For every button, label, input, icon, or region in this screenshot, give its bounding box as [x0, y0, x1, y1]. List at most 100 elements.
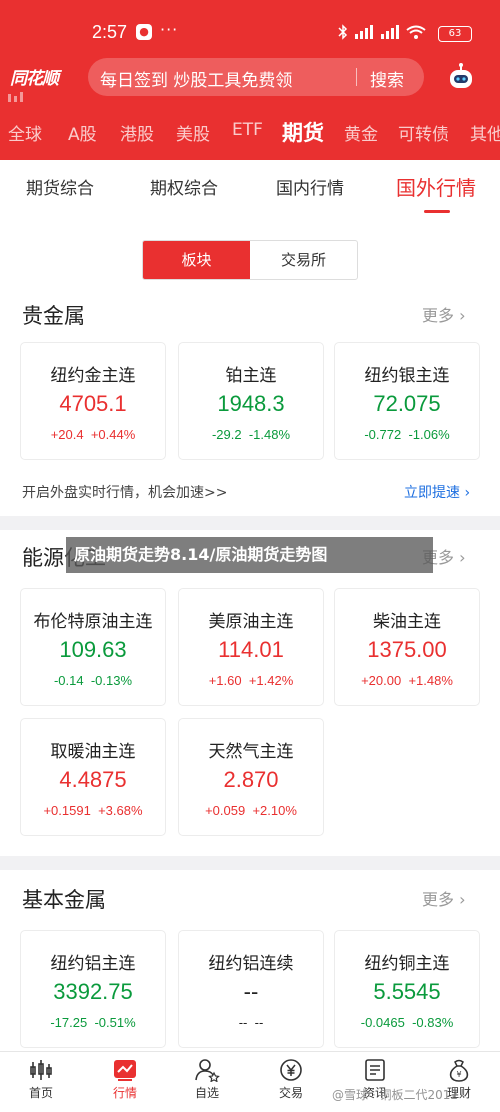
market-tab-gold[interactable]: 黄金	[344, 120, 378, 145]
quote-name: 柴油主连	[373, 612, 441, 632]
quote-change-pct: -0.83%	[412, 1015, 454, 1030]
search-button[interactable]: 搜索	[370, 66, 404, 91]
market-tab-convertible[interactable]: 可转债	[398, 120, 449, 145]
tab-options-overview[interactable]: 期权综合	[150, 174, 218, 199]
quote-card[interactable]: 纽约铜主连 5.5545 -0.0465 -0.83%	[334, 930, 480, 1048]
nav-trade[interactable]: 交易	[256, 1058, 326, 1101]
market-tab-a-share[interactable]: A股	[68, 120, 97, 145]
quote-name: 纽约铝连续	[208, 954, 294, 974]
quote-card[interactable]: 铂主连 1948.3 -29.2 -1.48%	[178, 342, 324, 460]
search-placeholder[interactable]: 每日签到 炒股工具免费领	[100, 66, 292, 91]
quote-change-pct: +0.44%	[90, 427, 136, 442]
section-title: 贵金属	[22, 304, 85, 328]
person-star-icon	[195, 1059, 220, 1082]
nav-label: 行情	[112, 1086, 137, 1100]
quote-price: 1375.00	[367, 637, 447, 662]
quote-change-pct: -1.06%	[408, 427, 450, 442]
quote-change-value: -29.2	[211, 427, 242, 442]
segment-control: 板块 交易所	[142, 240, 358, 280]
active-tab-underline	[424, 210, 450, 213]
quote-change: -- --	[179, 1015, 323, 1030]
quote-card[interactable]: 天然气主连 2.870 +0.059 +2.10%	[178, 718, 324, 836]
quote-change-pct: -0.13%	[90, 673, 133, 688]
nav-market[interactable]: 行情	[90, 1058, 160, 1101]
image-caption-overlay: 原油期货走势8.14/原油期货走势图	[66, 537, 433, 573]
section-base-metals: 基本金属 更多 › 纽约铝主连 3392.75 -17.25 -0.51% 纽约…	[0, 884, 500, 1054]
quote-change: +0.059 +2.10%	[179, 803, 323, 818]
promo-text[interactable]: 开启外盘实时行情，机会加速>>	[22, 482, 227, 502]
quote-card[interactable]: 取暖油主连 4.4875 +0.1591 +3.68%	[20, 718, 166, 836]
market-tab-futures[interactable]: 期货	[282, 118, 324, 147]
nav-label: 自选	[194, 1086, 219, 1100]
quote-change: +0.1591 +3.68%	[21, 803, 165, 818]
yen-coin-icon	[280, 1059, 302, 1081]
speed-up-label[interactable]: 立即提速	[404, 485, 460, 501]
market-tab-hk[interactable]: 港股	[120, 120, 154, 145]
nav-watchlist[interactable]: 自选	[172, 1058, 242, 1101]
quote-name: 纽约铝主连	[50, 954, 136, 974]
quote-change-value: +0.1591	[43, 803, 91, 818]
quote-price: 114.01	[218, 637, 284, 662]
section-energy-chemicals: 能源化工 更多 › 布伦特原油主连 109.63 -0.14 -0.13% 美原…	[0, 542, 500, 842]
quote-card[interactable]: 美原油主连 114.01 +1.60 +1.42%	[178, 588, 324, 706]
nav-label: 交易	[278, 1086, 303, 1100]
tab-foreign[interactable]: 国外行情	[396, 172, 476, 201]
robot-assistant-icon[interactable]	[446, 62, 476, 92]
news-doc-icon	[365, 1059, 385, 1081]
quote-card[interactable]: 纽约铝主连 3392.75 -17.25 -0.51%	[20, 930, 166, 1048]
market-tab-global[interactable]: 全球	[8, 120, 42, 145]
more-notifications-icon: ···	[160, 20, 179, 39]
market-tab-other[interactable]: 其他	[470, 120, 500, 145]
quote-price: 109.63	[59, 637, 127, 662]
more-link[interactable]: 更多 ›	[422, 886, 466, 910]
tab-futures-overview[interactable]: 期货综合	[26, 174, 94, 199]
speed-up-link[interactable]: 立即提速 ›	[404, 482, 470, 502]
chevron-right-icon: ›	[464, 485, 471, 501]
quote-change-pct: --	[254, 1015, 264, 1030]
wifi-icon	[406, 25, 426, 39]
bluetooth-icon	[338, 24, 348, 40]
quote-price: 5.5545	[373, 979, 441, 1004]
quote-card[interactable]: 布伦特原油主连 109.63 -0.14 -0.13%	[20, 588, 166, 706]
quote-card[interactable]: 纽约银主连 72.075 -0.772 -1.06%	[334, 342, 480, 460]
nav-home[interactable]: 首页	[6, 1058, 76, 1101]
quote-price: --	[243, 979, 259, 1004]
chevron-right-icon: ›	[459, 306, 466, 325]
search-divider	[356, 68, 357, 86]
more-label[interactable]: 更多	[422, 306, 454, 325]
quote-change-pct: +1.48%	[408, 673, 453, 688]
quote-change-pct: +1.42%	[248, 673, 294, 688]
more-link[interactable]: 更多 ›	[422, 302, 466, 326]
signal-icon	[355, 25, 373, 39]
quote-card[interactable]: 纽约金主连 4705.1 +20.4 +0.44%	[20, 342, 166, 460]
market-tab-etf[interactable]: ETF	[232, 120, 263, 140]
search-bar[interactable]: 每日签到 炒股工具免费领 搜索	[88, 58, 424, 96]
section-divider	[0, 856, 500, 870]
quote-change: +20.00 +1.48%	[335, 673, 479, 688]
quote-price: 4.4875	[59, 767, 127, 792]
logo-candlestick-icon	[8, 92, 23, 102]
app-logo[interactable]: 同花顺	[10, 64, 72, 90]
money-bag-icon: ¥	[449, 1059, 469, 1082]
quote-change-pct: -1.48%	[248, 427, 291, 442]
quote-change-value: +1.60	[208, 673, 242, 688]
quote-card[interactable]: 柴油主连 1375.00 +20.00 +1.48%	[334, 588, 480, 706]
nav-label: 首页	[28, 1086, 53, 1100]
quote-change-pct: +2.10%	[252, 803, 297, 818]
tab-domestic[interactable]: 国内行情	[276, 174, 344, 199]
quote-name: 取暖油主连	[50, 742, 136, 762]
quote-name: 纽约铜主连	[364, 954, 450, 974]
segment-sector[interactable]: 板块	[143, 241, 250, 279]
quote-change-value: +20.00	[361, 673, 402, 688]
more-label[interactable]: 更多	[422, 890, 454, 909]
quote-change: -0.14 -0.13%	[21, 673, 165, 688]
market-tab-us[interactable]: 美股	[176, 120, 210, 145]
svg-text:¥: ¥	[456, 1070, 461, 1079]
chevron-right-icon: ›	[459, 548, 466, 567]
quote-price: 1948.3	[217, 391, 285, 416]
segment-exchange[interactable]: 交易所	[250, 241, 357, 279]
quote-change-pct: -0.51%	[94, 1015, 136, 1030]
quote-price: 3392.75	[53, 979, 133, 1004]
quote-change-value: -0.0465	[360, 1015, 405, 1030]
quote-card[interactable]: 纽约铝连续 -- -- --	[178, 930, 324, 1048]
